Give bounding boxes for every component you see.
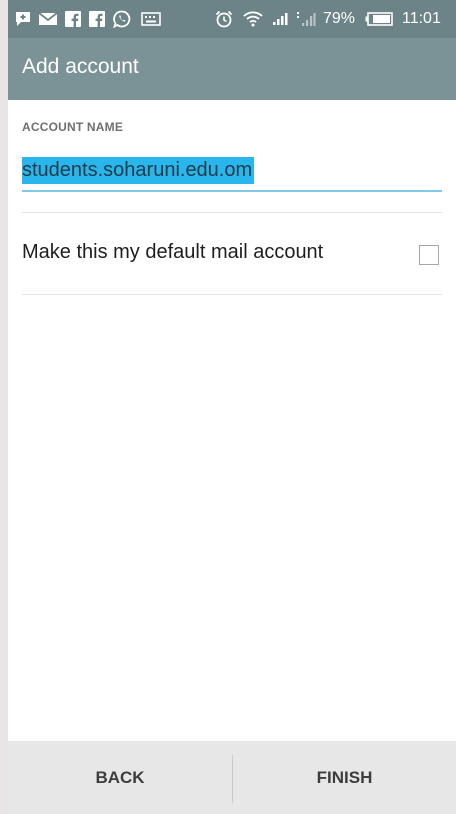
account-name-label: ACCOUNT NAME <box>22 120 124 134</box>
default-account-checkbox[interactable] <box>419 245 439 265</box>
divider <box>22 294 442 295</box>
facebook-icon <box>88 9 106 29</box>
alarm-icon <box>214 9 234 29</box>
mail-icon <box>38 9 58 29</box>
signal-icon <box>295 9 317 29</box>
battery-percent: 79% <box>323 10 356 27</box>
divider <box>22 212 442 213</box>
page-title: Add account <box>22 55 139 78</box>
default-account-label[interactable]: Make this my default mail account <box>22 241 323 264</box>
wifi-icon <box>242 9 264 29</box>
facebook-icon <box>64 9 82 29</box>
finish-button-label: FINISH <box>316 767 373 787</box>
whatsapp-icon <box>112 9 132 29</box>
back-button-label: BACK <box>95 767 145 787</box>
add-account-screen: 79% 11:01 Add account ACCOUNT NAME stude… <box>8 0 456 814</box>
keyboard-icon <box>140 9 162 29</box>
status-time: 11:01 <box>402 10 441 27</box>
signal-icon <box>270 9 292 29</box>
account-name-value[interactable]: students.soharuni.edu.om <box>22 157 255 184</box>
bottom-button-bar: BACK FINISH <box>8 741 456 814</box>
battery-icon <box>364 9 394 29</box>
finish-button[interactable]: FINISH <box>233 741 456 814</box>
account-name-input[interactable]: students.soharuni.edu.om <box>22 150 442 192</box>
back-button[interactable]: BACK <box>8 741 232 814</box>
app-bar: Add account <box>8 38 456 100</box>
status-bar: 79% 11:01 <box>8 0 456 38</box>
plus-chat-icon <box>14 9 32 29</box>
